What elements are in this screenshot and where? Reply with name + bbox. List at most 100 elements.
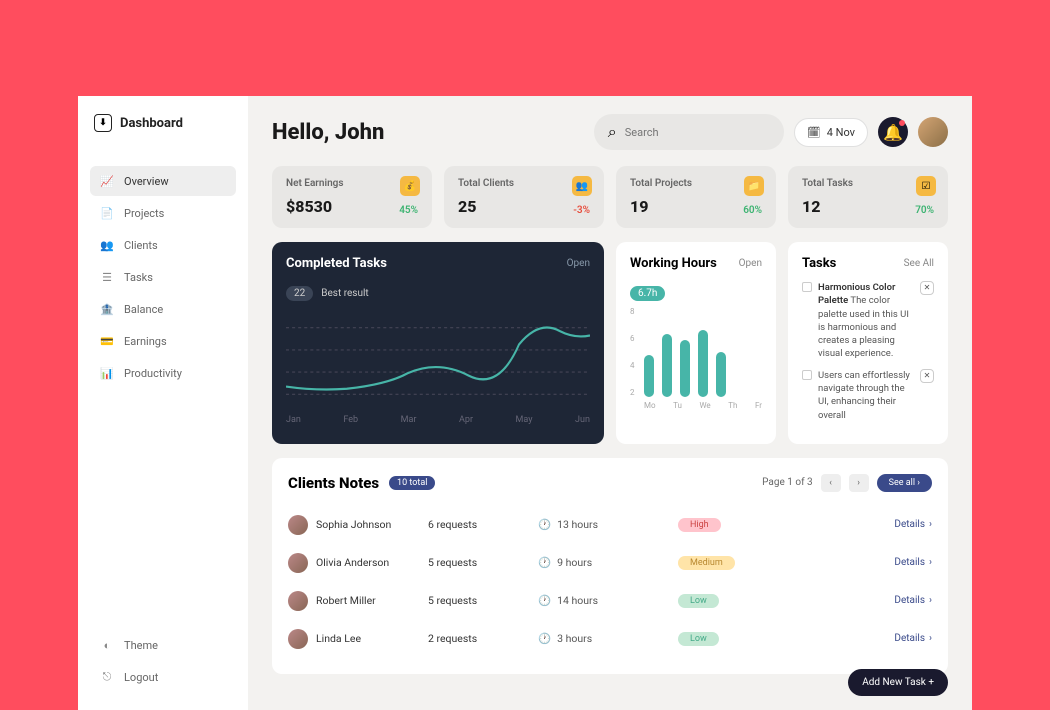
stat-pct: 45% [399,205,418,216]
nav-main: 📈Overview 📄Projects 👥 Clients ☰ Tasks 🏦 Bal… [90,166,236,388]
sidebar-item-label: Overview [124,175,169,188]
stat-label: Total Tasks [802,178,934,189]
stat-total-tasks: Total Tasks 12 ☑ 70% [788,166,948,228]
requests-cell: 2 requests [428,632,538,645]
bar [698,330,708,398]
avatar [288,591,308,611]
client-name: Olivia Anderson [316,556,389,569]
stat-pct: 70% [915,205,934,216]
wallet-icon: 🏦 [100,302,114,316]
sidebar-item-label: Theme [124,639,158,652]
table-row: Robert Miller 5 requests 🕐14 hours Low D… [288,582,932,620]
sidebar-item-label: Tasks [124,271,153,284]
close-icon[interactable]: ✕ [920,281,934,295]
sidebar-item-earnings[interactable]: 💳 Earnings [90,326,236,356]
notes-header: Clients Notes 10 total Page 1 of 3 ‹ › S… [288,474,932,492]
notifications-button[interactable]: 🔔 [878,117,908,147]
sidebar-item-clients[interactable]: 👥 Clients [90,230,236,260]
notes-count-badge: 10 total [389,476,435,490]
stats-row: Net Earnings $8530 💰 45% Total Clients 2… [272,166,948,228]
stat-label: Net Earnings [286,178,418,189]
hours-cell: 3 hours [557,632,592,645]
task-text: Users can effortlessly navigate through … [818,369,914,422]
table-row: Olivia Anderson 5 requests 🕐9 hours Medi… [288,544,932,582]
date-label: 4 Nov [827,126,855,139]
sidebar-item-balance[interactable]: 🏦 Balance [90,294,236,324]
stat-value: $8530 [286,197,418,216]
chart-x-labels: Jan Feb Mar Apr May Jun [286,415,590,425]
chart-x-labels: Mo Tu We Th Fr [630,401,762,410]
sidebar-item-label: Earnings [124,335,167,348]
hours-cell: 13 hours [557,518,598,531]
badge-number: 22 [286,286,313,301]
bar [662,334,672,397]
card-icon: 💳 [100,334,114,348]
sidebar-item-theme[interactable]: ◐Theme [90,630,236,660]
users-icon: 👥 [572,176,592,196]
sidebar-item-overview[interactable]: 📈Overview [90,166,236,196]
chevron-right-icon: › [929,595,932,606]
search-input-wrapper[interactable]: ⌕ [594,114,784,150]
clock-icon: 🕐 [538,632,551,645]
chevron-right-icon: › [929,633,932,644]
close-icon[interactable]: ✕ [920,369,934,383]
logo-icon: ⬇ [94,114,112,132]
page-title: Hello, John [272,120,384,145]
avatar [288,553,308,573]
working-hours-card: Working Hours Open 6.7h 8 6 4 2 [616,242,776,444]
sidebar-item-label: Productivity [124,367,182,380]
sidebar-item-projects[interactable]: 📄Projects [90,198,236,228]
priority-badge: Low [678,594,719,608]
client-name: Robert Miller [316,594,376,607]
sidebar-item-label: Balance [124,303,163,316]
table-row: Sophia Johnson 6 requests 🕐13 hours High… [288,506,932,544]
add-new-task-button[interactable]: Add New Task + [848,669,948,696]
bell-icon: 🔔 [883,123,903,142]
next-page-button[interactable]: › [849,474,869,492]
task-checkbox[interactable] [802,282,812,292]
open-link[interactable]: Open [739,258,762,269]
hours-cell: 14 hours [557,594,598,607]
avatar[interactable] [918,117,948,147]
prev-page-button[interactable]: ‹ [821,474,841,492]
chart-y-axis: 8 6 4 2 [630,307,635,397]
stat-value: 12 [802,197,934,216]
clock-icon: 🕐 [538,556,551,569]
see-all-link[interactable]: See All [904,258,934,269]
stat-pct: -3% [573,205,590,216]
task-checkbox[interactable] [802,370,812,380]
details-link[interactable]: Details› [798,519,932,530]
card-title: Completed Tasks [286,256,387,271]
clock-icon: 🕐 [538,518,551,531]
priority-badge: Medium [678,556,735,570]
main-content: Hello, John ⌕ 🗓 4 Nov 🔔 Net Earnings $85… [248,96,972,710]
sidebar-item-tasks[interactable]: ☰ Tasks [90,262,236,292]
checklist-icon: ☑ [916,176,936,196]
completed-tasks-chart [286,311,590,411]
card-title: Clients Notes [288,474,379,492]
priority-badge: Low [678,632,719,646]
bar [644,355,654,397]
details-link[interactable]: Details› [798,595,932,606]
exit-icon: ⎋ [100,670,114,684]
date-picker[interactable]: 🗓 4 Nov [794,118,868,147]
client-name: Sophia Johnson [316,518,391,531]
search-input[interactable] [625,126,770,139]
app-window: ⬇ Dashboard 📈Overview 📄Projects 👥Clients… [78,96,972,710]
card-title: Tasks [802,256,836,271]
sidebar-item-label: Clients [124,239,158,252]
sidebar-item-productivity[interactable]: 📊Productivity [90,358,236,388]
list-icon: ☰ [100,270,114,284]
bar [680,340,690,397]
open-link[interactable]: Open [567,258,590,269]
see-all-button[interactable]: See all › [877,474,932,492]
avatar [288,515,308,535]
folder-icon: 📁 [744,176,764,196]
notes-table: Sophia Johnson 6 requests 🕐13 hours High… [288,506,932,658]
best-result-badge: 22 Best result [286,286,369,301]
details-link[interactable]: Details› [798,557,932,568]
stat-total-clients: Total Clients 25 👥 -3% [444,166,604,228]
details-link[interactable]: Details› [798,633,932,644]
users-icon: 👥 [100,238,114,252]
sidebar-item-logout[interactable]: ⎋Logout [90,662,236,692]
